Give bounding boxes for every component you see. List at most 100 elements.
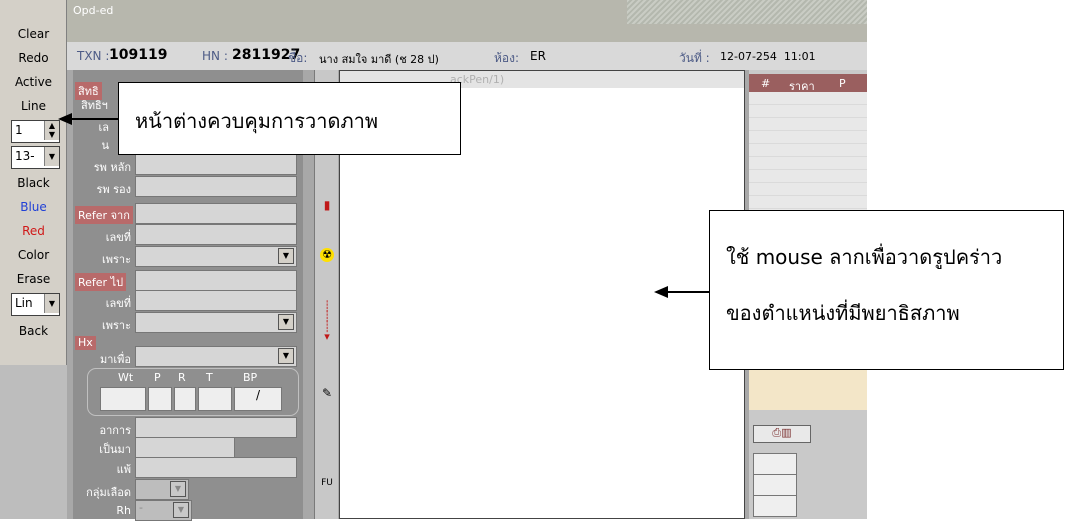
refer-from-reason-label: เพราะ [101, 253, 131, 266]
pulse-field[interactable] [148, 387, 172, 411]
chevron-down-icon[interactable]: ▼ [173, 502, 189, 518]
refer-from-no-label: เลขที่ [105, 231, 131, 244]
refer-from-header: Refer จาก [75, 206, 133, 224]
hx-header: Hx [75, 336, 96, 350]
blue-color-button[interactable]: Blue [0, 200, 67, 214]
chevron-down-icon[interactable]: ▼ [278, 248, 294, 264]
date-value: 12-07-254 11:01 [720, 50, 816, 63]
callout-arrow-line [666, 291, 709, 293]
symptom-label: อาการ [99, 424, 131, 437]
blood-group-label: กลุ่มเลือด [86, 486, 131, 499]
allergy-field[interactable] [135, 457, 297, 478]
chevron-down-icon[interactable]: ▼ [170, 481, 186, 497]
fu-button[interactable]: FU [317, 478, 337, 488]
right-field-3[interactable] [753, 495, 797, 517]
erase-button[interactable]: Erase [0, 272, 67, 286]
main-hospital-label: รพ หลัก [93, 161, 131, 174]
edit-note-icon[interactable]: ✎ [317, 386, 337, 400]
symptom-field[interactable] [135, 417, 297, 438]
since-label: เป็นมา [99, 443, 131, 456]
drag-instruction-line1: ใช้ mouse ลากเพื่อวาดรูปคร่าว [726, 245, 1003, 269]
txn-label: TXN : [77, 49, 110, 63]
size-value: 13- [15, 149, 35, 163]
line-type-value: Lin [15, 296, 33, 310]
arrow-left-icon [58, 113, 72, 125]
print-tab[interactable]: ⎙▥ [753, 425, 811, 443]
blood-group-select[interactable]: ▼ [135, 479, 189, 500]
drag-instruction-line2: ของตำแหน่งที่มีพยาธิสภาพ [726, 301, 960, 325]
patient-name: นาง สมใจ มาดี (ช 28 ป) [319, 53, 439, 66]
allergy-label: แพ้ [116, 463, 131, 476]
col-number: # [761, 77, 771, 90]
rights-sub-label: น [101, 139, 109, 152]
line-type-select[interactable]: Lin ▼ [11, 293, 60, 316]
col-p: P [839, 77, 846, 90]
sub-hospital-field[interactable] [135, 176, 297, 197]
temp-field[interactable] [198, 387, 232, 411]
redo-button[interactable]: Redo [0, 51, 67, 65]
weight-label: Wt [118, 371, 134, 384]
radiation-icon[interactable]: ☢ [320, 248, 334, 262]
refer-to-field[interactable] [135, 270, 297, 291]
rh-label: Rh [116, 504, 131, 517]
window-title: Opd-ed [73, 4, 114, 17]
since-field[interactable] [135, 437, 235, 458]
active-button[interactable]: Active [0, 75, 67, 89]
clear-button[interactable]: Clear [0, 27, 67, 41]
vital-signs-group: Wt P R T BP / [87, 368, 299, 416]
room-label: ห้อง: [494, 51, 520, 65]
main-hospital-field[interactable] [135, 154, 297, 175]
refer-from-reason-select[interactable]: ▼ [135, 246, 297, 267]
thermometer-icon[interactable]: ┊ ┊ ┊ ▾ [317, 301, 337, 342]
drag-instruction-callout: ใช้ mouse ลากเพื่อวาดรูปคร่าว ของตำแหน่ง… [709, 210, 1064, 370]
refer-from-no-field[interactable] [135, 224, 297, 245]
control-window-callout: หน้าต่างควบคุมการวาดภาพ [118, 82, 461, 155]
spin-arrows-icon[interactable]: ▲ ▼ [44, 121, 59, 140]
back-button[interactable]: Back [0, 324, 67, 338]
chevron-down-icon[interactable]: ▼ [44, 294, 59, 313]
drawing-tool-palette: Clear Redo Active Line 1 ▲ ▼ 13- ▼ Black … [0, 0, 67, 519]
black-color-button[interactable]: Black [0, 176, 67, 190]
callout-arrow-line [70, 118, 118, 120]
refer-to-reason-select[interactable]: ▼ [135, 312, 297, 333]
name-label: ชื่อ: [288, 51, 308, 65]
refer-to-no-label: เลขที่ [105, 297, 131, 310]
red-color-button[interactable]: Red [0, 224, 67, 238]
pulse-label: P [154, 371, 161, 384]
right-field-2[interactable] [753, 474, 797, 496]
resp-label: R [178, 371, 186, 384]
pen-width-spinner[interactable]: 1 ▲ ▼ [11, 120, 60, 143]
line-button[interactable]: Line [0, 99, 67, 113]
refer-to-header: Refer ไป [75, 273, 127, 291]
right-field-1[interactable] [753, 453, 797, 475]
color-button[interactable]: Color [0, 248, 67, 262]
came-for-label: มาเพื่อ [99, 353, 131, 366]
rh-value: - [139, 501, 143, 514]
rights-label: สิทธิฯ [81, 99, 108, 112]
rights-no-label: เล [98, 121, 109, 134]
chevron-down-icon[interactable]: ▼ [278, 348, 294, 364]
date-label: วันที่ : [679, 51, 710, 65]
resp-field[interactable] [174, 387, 196, 411]
hn-label: HN : [202, 49, 228, 63]
chevron-down-icon[interactable]: ▼ [278, 314, 294, 330]
refer-from-field[interactable] [135, 203, 297, 224]
bp-field[interactable]: / [234, 387, 282, 411]
came-for-select[interactable]: ▼ [135, 346, 297, 367]
patient-info-bar: TXN : 109119 HN : 2811927 ชื่อ: นาง สมใจ… [67, 42, 867, 70]
chevron-down-icon[interactable]: ▼ [44, 147, 59, 166]
rh-select[interactable]: - ▼ [135, 500, 192, 521]
titlebar-texture [627, 0, 867, 24]
room-value: ER [530, 49, 546, 63]
control-window-note: หน้าต่างควบคุมการวาดภาพ [135, 109, 379, 133]
refer-to-no-field[interactable] [135, 290, 297, 311]
printer-icon: ⎙▥ [772, 426, 792, 439]
size-select[interactable]: 13- ▼ [11, 146, 60, 169]
refer-to-reason-label: เพราะ [101, 319, 131, 332]
weight-field[interactable] [100, 387, 146, 411]
order-list-header: # ราคา P [749, 74, 867, 93]
pen-width-value: 1 [15, 123, 23, 137]
blood-tube-icon[interactable]: ▮ [317, 198, 337, 212]
sub-hospital-label: รพ รอง [96, 183, 131, 196]
temp-label: T [206, 371, 213, 384]
